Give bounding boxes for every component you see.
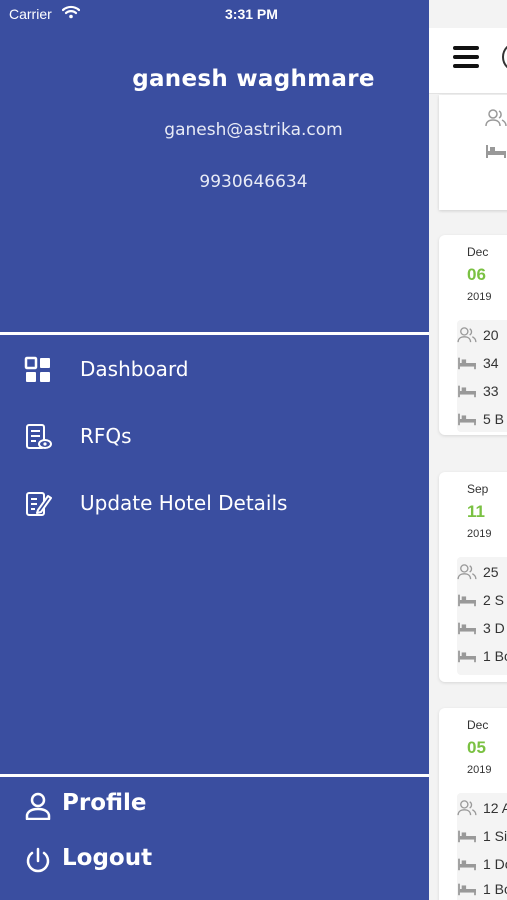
bed-icon	[458, 622, 476, 635]
card-row: 1 Si	[457, 828, 507, 844]
card-row-text: 1 Si	[483, 828, 507, 844]
card-row-text: 5 B	[483, 411, 505, 427]
card-row-text: 33	[483, 383, 499, 399]
card-row-text: 20	[483, 327, 499, 343]
card-row: 5 B	[457, 411, 504, 427]
menu-item-dashboard[interactable]: Dashboard	[0, 343, 429, 397]
divider	[0, 332, 429, 335]
bed-icon	[458, 413, 476, 426]
card-row-text: 12 A	[483, 800, 507, 816]
card-row: 25	[457, 564, 499, 580]
menu-label: Profile	[62, 790, 147, 816]
user-phone: 9930646634	[199, 172, 308, 192]
card-row: 1 Do	[457, 856, 507, 872]
card-row-text: 1 Do	[483, 856, 507, 872]
card-day: 06	[467, 265, 486, 284]
card-row: 1 Bo	[457, 881, 507, 897]
guests-icon	[457, 800, 477, 816]
bed-icon	[458, 858, 476, 871]
rfq-document-icon	[26, 424, 52, 449]
card-row-text: 34	[483, 355, 499, 371]
card-row-text: 1 Bo	[483, 881, 507, 897]
bed-icon	[458, 883, 476, 896]
menu-item-rfqs[interactable]: RFQs	[0, 410, 429, 464]
card-day: 05	[467, 738, 486, 757]
menu-item-profile[interactable]: Profile	[0, 782, 429, 830]
person-icon	[25, 792, 51, 820]
card-row: 34	[457, 355, 499, 371]
bed-icon	[458, 594, 476, 607]
card-row: 1 Bo	[457, 648, 507, 664]
card-row-text: 25	[483, 564, 499, 580]
menu-label: Update Hotel Details	[80, 491, 288, 515]
card-row-text: 1 Bo	[483, 648, 507, 664]
card-year: 2019	[467, 764, 492, 776]
user-email: ganesh@astrika.com	[164, 120, 343, 140]
card-month: Sep	[467, 482, 489, 496]
menu-label: RFQs	[80, 424, 132, 448]
menu-item-logout[interactable]: Logout	[0, 837, 429, 885]
power-icon	[26, 847, 50, 873]
card-row: 3 D	[457, 620, 505, 636]
bed-icon	[458, 385, 476, 398]
card-row: 33	[457, 383, 499, 399]
card-month: Dec	[467, 245, 489, 259]
guests-icon	[485, 109, 507, 127]
card-row: 2 S	[457, 592, 504, 608]
bed-icon	[458, 830, 476, 843]
side-drawer: ganesh waghmare ganesh@astrika.com 99306…	[0, 0, 429, 900]
bed-icon	[458, 650, 476, 663]
edit-document-icon	[26, 492, 52, 516]
card-month: Dec	[467, 718, 489, 732]
list-card[interactable]	[439, 95, 507, 210]
menu-label: Logout	[62, 845, 153, 871]
card-year: 2019	[467, 291, 492, 303]
bed-icon	[458, 357, 476, 370]
hamburger-menu-icon[interactable]	[453, 46, 479, 68]
card-row: 12 A	[457, 800, 507, 816]
card-row-text: 3 D	[483, 620, 505, 636]
wifi-icon	[62, 5, 80, 19]
carrier-label: Carrier	[9, 6, 52, 22]
bed-icon	[486, 145, 506, 158]
guests-icon	[457, 327, 477, 343]
background-screen: Dec 06 2019 20 34 33 5 B Sep 11 2019 25 …	[429, 0, 507, 900]
menu-item-update-hotel-details[interactable]: Update Hotel Details	[0, 477, 429, 531]
status-bar: Carrier 3:31 PM	[0, 0, 507, 28]
guests-icon	[457, 564, 477, 580]
dashboard-icon	[24, 356, 50, 382]
clock: 3:31 PM	[225, 6, 278, 22]
menu-label: Dashboard	[80, 357, 189, 381]
card-day: 11	[467, 502, 485, 521]
card-row: 20	[457, 327, 499, 343]
card-year: 2019	[467, 528, 492, 540]
user-name: ganesh waghmare	[132, 66, 375, 92]
divider	[0, 774, 429, 777]
card-row-text: 2 S	[483, 592, 505, 608]
